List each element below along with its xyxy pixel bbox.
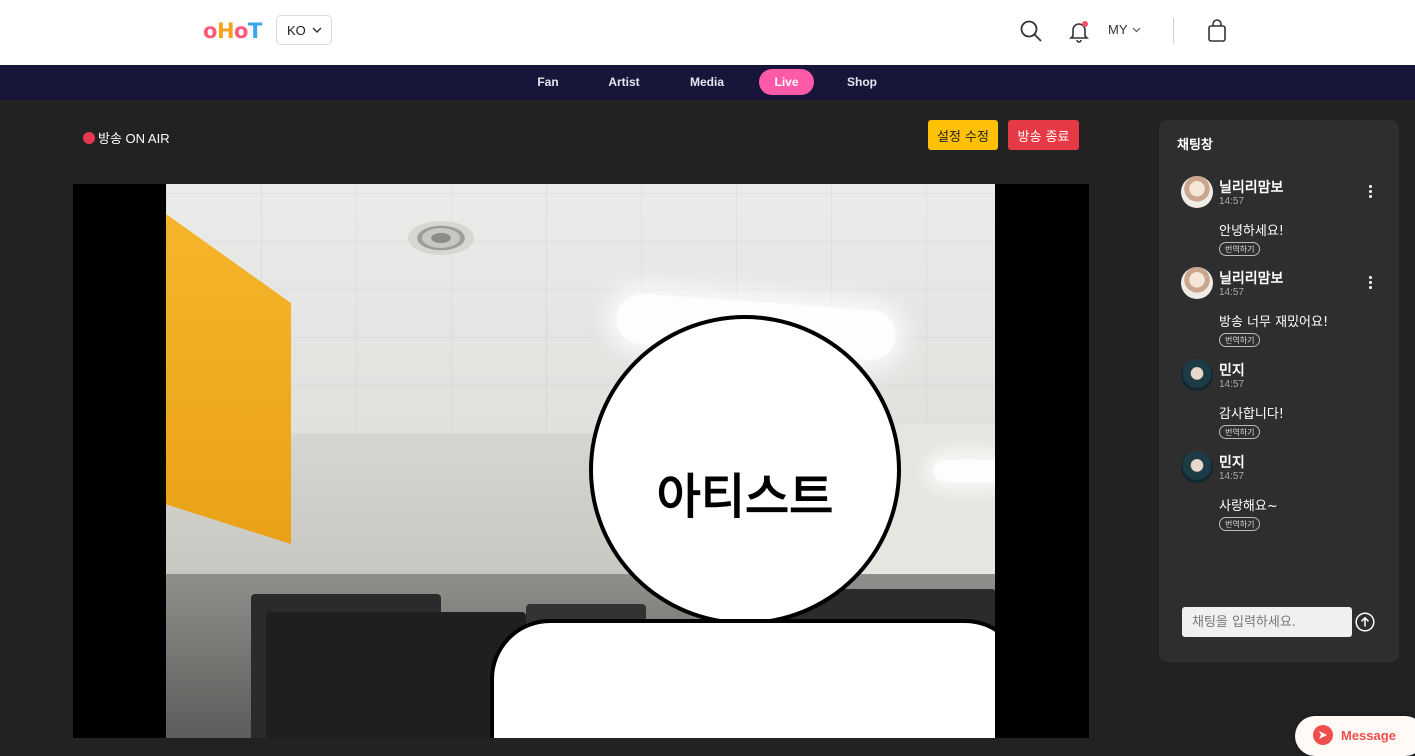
live-dot-icon [83,131,95,144]
logo-letter: o [203,19,217,43]
live-video-player[interactable]: 아티스트 [73,184,1089,738]
notification-badge [1082,21,1088,27]
edit-settings-button[interactable]: 설정 수정 [928,120,998,150]
chat-message: 닐리리맘보 14:57 방송 너무 재밌어요! 번역하기 [1159,267,1399,357]
message-fab-label: Message [1341,728,1396,743]
translate-button[interactable]: 번역하기 [1219,333,1261,347]
chat-username[interactable]: 민지 [1219,452,1245,472]
translate-button[interactable]: 번역하기 [1219,242,1261,256]
bag-icon[interactable] [1205,18,1229,44]
chat-text: 안녕하세요! [1219,224,1285,239]
artist-placeholder-label: 아티스트 [656,469,834,525]
chat-text: 사랑해요~ [1219,499,1278,514]
chat-time: 14:57 [1219,379,1245,390]
nav-artist[interactable]: Artist [600,69,648,95]
chat-time: 14:57 [1219,471,1245,482]
artist-body-placeholder [490,619,995,738]
ceiling-light [934,460,995,482]
end-broadcast-button[interactable]: 방송 종료 [1008,120,1079,150]
logo-letter: o [234,19,248,43]
chat-message: 민지 14:57 사랑해요~ 번역하기 [1159,451,1399,541]
monitor-background [266,612,526,738]
onair-status: 방송 ON AIR [83,128,170,147]
camera-feed: 아티스트 [166,184,995,738]
chat-username[interactable]: 닐리리맘보 [1219,268,1283,288]
chat-text: 감사합니다! [1219,407,1285,422]
chat-title: 채팅창 [1177,138,1213,153]
chat-message: 민지 14:57 감사합니다! 번역하기 [1159,359,1399,449]
avatar[interactable] [1181,359,1213,391]
chat-text: 방송 너무 재밌어요! [1219,315,1329,330]
onair-label: 방송 ON AIR [98,131,170,146]
more-options-icon[interactable] [1365,184,1375,200]
chevron-down-icon [312,27,322,33]
top-header: oHoT KO MY [0,0,1415,65]
avatar[interactable] [1181,451,1213,483]
chat-panel: 채팅창 닐리리맘보 14:57 안녕하세요! 번역하기 닐리리맘보 14:57 … [1159,120,1399,662]
logo-letter: H [216,19,235,43]
avatar[interactable] [1181,176,1213,208]
chat-username[interactable]: 닐리리맘보 [1219,177,1283,197]
language-label: KO [287,22,306,38]
nav-media[interactable]: Media [682,69,732,95]
site-logo[interactable]: oHoT [203,19,262,43]
ceiling-vent [408,221,474,255]
nav-shop[interactable]: Shop [842,69,882,95]
chat-username[interactable]: 민지 [1219,360,1245,380]
avatar[interactable] [1181,267,1213,299]
my-label: MY [1108,22,1128,37]
chat-input[interactable] [1182,607,1352,637]
header-divider [1173,18,1174,43]
chat-time: 14:57 [1219,196,1245,207]
more-options-icon[interactable] [1365,275,1375,291]
chat-time: 14:57 [1219,287,1245,298]
my-menu[interactable]: MY [1108,22,1141,37]
translate-button[interactable]: 번역하기 [1219,425,1261,439]
language-select[interactable]: KO [276,15,332,45]
main-nav: Fan Artist Media Live Shop [0,65,1415,100]
message-icon [1313,725,1333,745]
logo-letter: T [247,19,262,43]
translate-button[interactable]: 번역하기 [1219,517,1261,531]
chevron-down-icon [1132,27,1140,32]
nav-fan[interactable]: Fan [527,69,569,95]
send-icon[interactable] [1355,612,1375,632]
message-fab-button[interactable]: Message [1295,716,1415,756]
search-icon[interactable] [1019,19,1043,43]
nav-live[interactable]: Live [759,69,814,95]
chat-message: 닐리리맘보 14:57 안녕하세요! 번역하기 [1159,176,1399,266]
